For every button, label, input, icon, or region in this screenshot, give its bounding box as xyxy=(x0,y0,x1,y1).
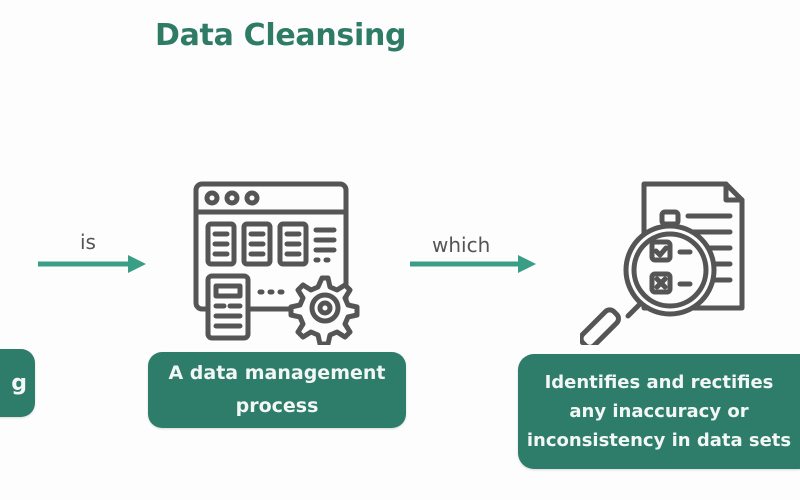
box-left-text: g xyxy=(11,370,27,396)
box-middle-line-2: process xyxy=(235,395,319,417)
data-management-window-gear-icon xyxy=(193,181,360,345)
box-left: g xyxy=(0,349,35,417)
box-data-management-process: A data management process xyxy=(148,352,406,428)
box-right-line-1: Identifies and rectifies xyxy=(544,372,774,393)
box-identifies-rectifies: Identifies and rectifies any inaccuracy … xyxy=(518,354,800,469)
diagram-title: Data Cleansing xyxy=(155,18,407,53)
box-right-line-3: inconsistency in data sets xyxy=(526,430,792,451)
connector-label-is: is xyxy=(80,230,96,254)
box-middle-line-1: A data management xyxy=(168,362,386,384)
arrow-right-icon xyxy=(410,255,536,273)
arrow-right-icon xyxy=(38,255,146,273)
document-magnifier-checklist-icon xyxy=(580,181,745,345)
box-right-line-2: any inaccuracy or xyxy=(569,401,749,422)
